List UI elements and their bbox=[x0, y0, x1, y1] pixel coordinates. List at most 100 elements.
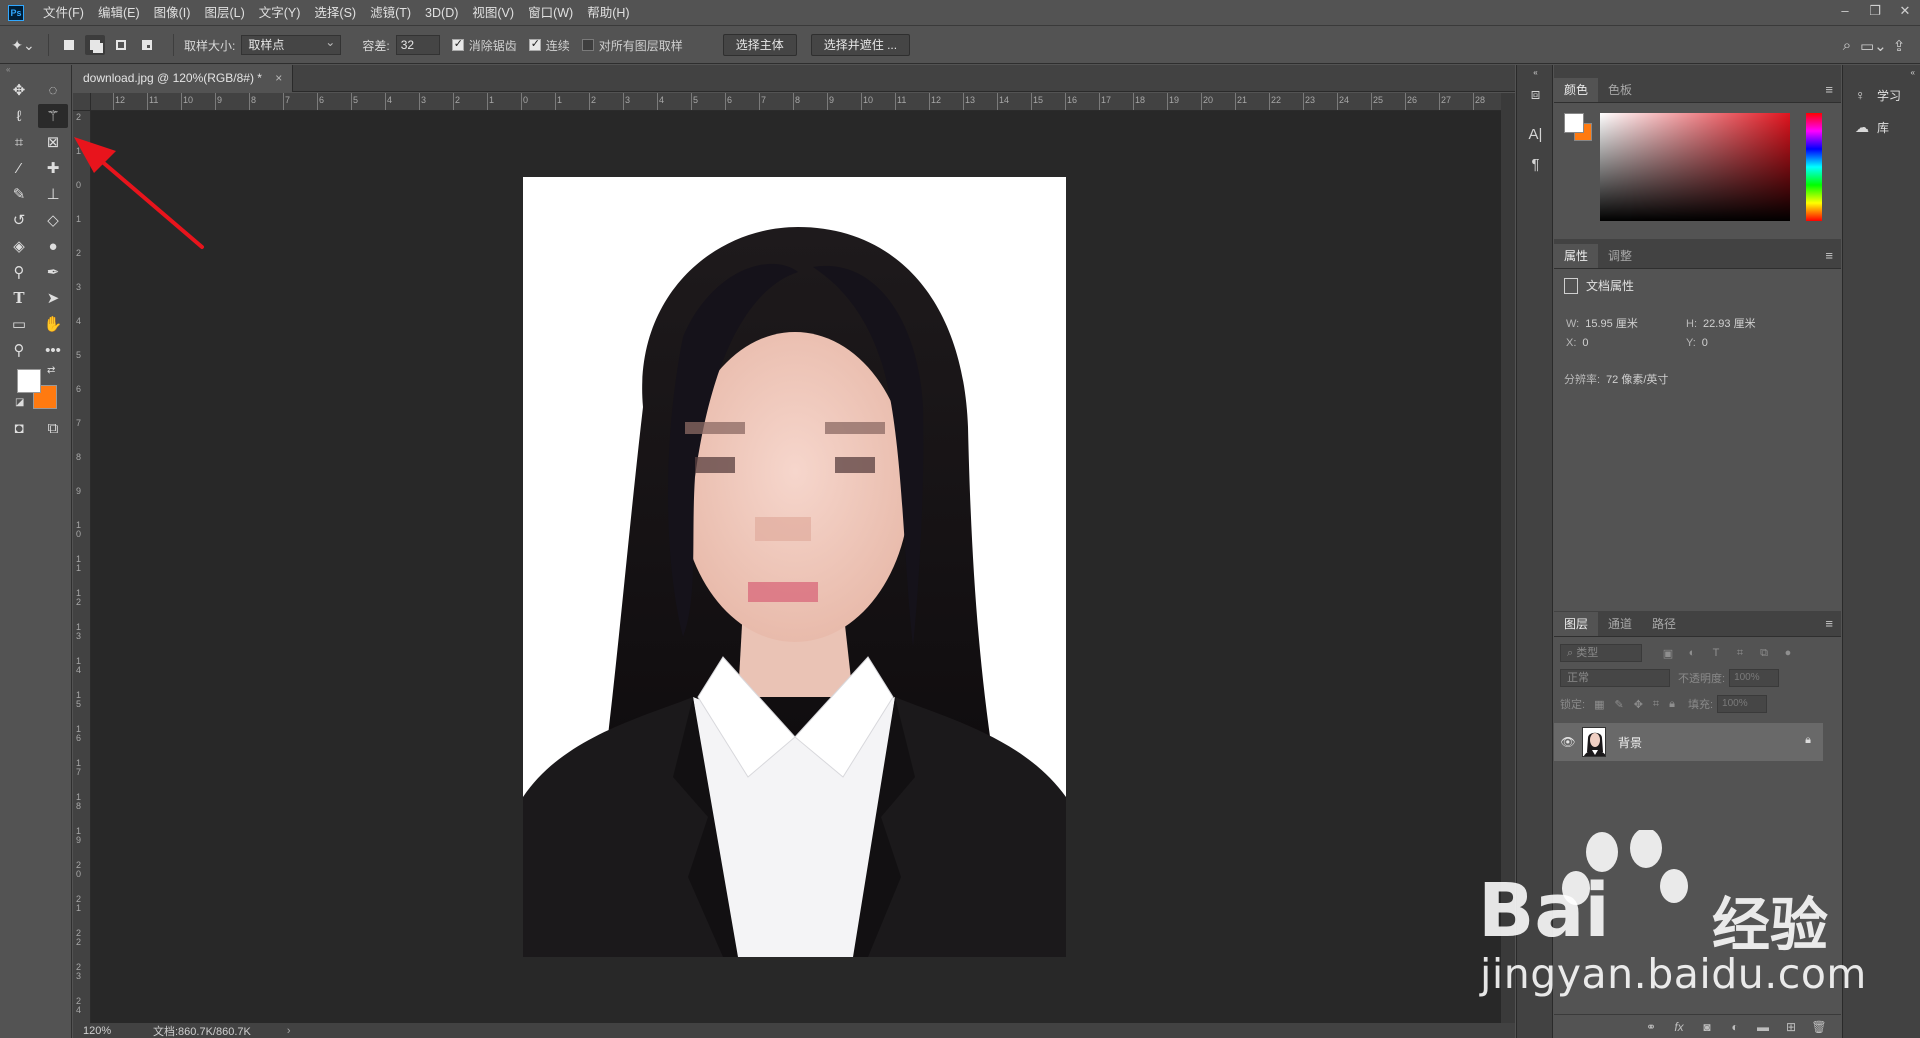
layer-style-icon[interactable]: fx bbox=[1665, 1020, 1693, 1034]
intersect-selection-icon[interactable] bbox=[137, 35, 157, 55]
new-selection-icon[interactable] bbox=[59, 35, 79, 55]
height-field[interactable]: H: 22.93 厘米 bbox=[1686, 315, 1756, 331]
pen-tool-icon[interactable]: ✒ bbox=[38, 260, 68, 284]
stamp-tool-icon[interactable]: ⊥ bbox=[38, 182, 68, 206]
panel-collapse-icon[interactable]: « bbox=[1517, 65, 1554, 79]
zoom-tool-icon[interactable]: ⚲ bbox=[4, 338, 34, 362]
tab-layers[interactable]: 图层 bbox=[1554, 612, 1599, 636]
tab-color[interactable]: 颜色 bbox=[1554, 78, 1599, 102]
blend-mode-select[interactable]: 正常 bbox=[1560, 669, 1670, 687]
history-panel-icon[interactable]: ⧈ bbox=[1517, 79, 1554, 109]
shape-tool-icon[interactable]: ▭ bbox=[4, 312, 34, 336]
panel-menu-icon[interactable]: ≡ bbox=[1825, 616, 1833, 631]
menu-3d[interactable]: 3D(D) bbox=[418, 0, 465, 26]
layer-row[interactable]: 👁︎ 背景 🔒︎ bbox=[1554, 723, 1823, 761]
opacity-input[interactable]: 100% bbox=[1729, 669, 1780, 687]
marquee-tool-icon[interactable]: ◌ bbox=[38, 78, 68, 102]
character-panel-icon[interactable]: A| bbox=[1517, 119, 1554, 149]
default-colors-icon[interactable]: ◪ bbox=[15, 397, 24, 408]
contiguous-option[interactable]: 连续 bbox=[528, 37, 570, 54]
menu-type[interactable]: 文字(Y) bbox=[252, 0, 308, 26]
menu-help[interactable]: 帮助(H) bbox=[580, 0, 636, 26]
paragraph-panel-icon[interactable]: ¶ bbox=[1517, 149, 1554, 179]
color-picker-field[interactable] bbox=[1600, 113, 1790, 221]
menu-layer[interactable]: 图层(L) bbox=[197, 0, 251, 26]
menu-select[interactable]: 选择(S) bbox=[307, 0, 363, 26]
swap-colors-icon[interactable]: ⇄ bbox=[47, 365, 55, 376]
crop-tool-icon[interactable]: ⌗ bbox=[4, 130, 34, 154]
eraser-tool-icon[interactable]: ◇ bbox=[38, 208, 68, 232]
layer-name[interactable]: 背景 bbox=[1618, 734, 1642, 751]
lasso-tool-icon[interactable]: ℓ bbox=[4, 104, 34, 128]
new-layer-icon[interactable]: ⊞ bbox=[1777, 1020, 1805, 1034]
lock-image-icon[interactable]: ✎ bbox=[1614, 698, 1623, 711]
menu-view[interactable]: 视图(V) bbox=[465, 0, 521, 26]
new-group-icon[interactable]: ▬ bbox=[1749, 1020, 1777, 1034]
sample-all-layers-option[interactable]: 对所有图层取样 bbox=[581, 37, 683, 54]
hand-tool-icon[interactable]: ✋ bbox=[38, 312, 68, 336]
history-brush-tool-icon[interactable]: ↺ bbox=[4, 208, 34, 232]
subtract-selection-icon[interactable] bbox=[111, 35, 131, 55]
eyedropper-tool-icon[interactable]: ⁄ bbox=[4, 156, 34, 180]
filter-adjustment-icon[interactable]: ◐ bbox=[1680, 647, 1704, 659]
width-field[interactable]: W: 15.95 厘米 bbox=[1566, 315, 1638, 331]
color-panel-foreground-swatch[interactable] bbox=[1564, 113, 1584, 133]
restore-button[interactable]: ❐ bbox=[1860, 0, 1890, 26]
new-adjustment-icon[interactable]: ◐ bbox=[1721, 1020, 1749, 1034]
status-menu-arrow[interactable]: › bbox=[251, 1025, 291, 1037]
lock-artboard-icon[interactable]: ⌗ bbox=[1653, 698, 1659, 711]
brush-tool-icon[interactable]: ✎ bbox=[4, 182, 34, 206]
horizontal-ruler[interactable]: 12 11 10 9 8 7 6 5 4 3 2 1 0 1 2 3 4 5 6 7 8 9 10 11 12 13 14 15 16 1… bbox=[91, 93, 1501, 111]
menu-edit[interactable]: 编辑(E) bbox=[91, 0, 147, 26]
contiguous-checkbox[interactable] bbox=[528, 37, 541, 51]
menu-file[interactable]: 文件(F) bbox=[36, 0, 91, 26]
menu-image[interactable]: 图像(I) bbox=[147, 0, 198, 26]
tab-adjustments[interactable]: 调整 bbox=[1598, 244, 1642, 268]
filter-pixel-icon[interactable]: ▣ bbox=[1656, 647, 1680, 660]
more-tools-icon[interactable]: ••• bbox=[38, 338, 68, 362]
layer-kind-filter[interactable]: ⌕ 类型 bbox=[1560, 644, 1642, 662]
document-tab[interactable]: download.jpg @ 120%(RGB/8#) * × bbox=[73, 65, 294, 92]
magic-wand-tool-icon[interactable]: ⚚ bbox=[38, 104, 68, 128]
sample-size-select[interactable]: 取样点 bbox=[241, 33, 342, 55]
antialias-option[interactable]: 消除锯齿 bbox=[451, 37, 517, 54]
search-icon[interactable]: ⌕ bbox=[1834, 37, 1860, 54]
tab-paths[interactable]: 路径 bbox=[1642, 612, 1686, 636]
tab-channels[interactable]: 通道 bbox=[1598, 612, 1642, 636]
lock-transparent-icon[interactable]: ▦ bbox=[1594, 698, 1604, 711]
y-field[interactable]: Y: 0 bbox=[1686, 337, 1708, 349]
quick-mask-icon[interactable]: ◘ bbox=[4, 416, 34, 440]
fill-input[interactable]: 100% bbox=[1717, 695, 1768, 713]
tab-properties[interactable]: 属性 bbox=[1554, 244, 1599, 268]
path-selection-tool-icon[interactable]: ➤ bbox=[38, 286, 68, 310]
select-and-mask-button[interactable]: 选择并遮住 ... bbox=[810, 34, 911, 56]
workspace-icon[interactable]: ▭⌄ bbox=[1860, 37, 1887, 55]
select-subject-button[interactable]: 选择主体 bbox=[722, 34, 797, 56]
panel-menu-icon[interactable]: ≡ bbox=[1825, 82, 1833, 97]
tolerance-input[interactable]: 32 bbox=[395, 35, 440, 55]
magic-wand-preset-icon[interactable]: ✦⌄ bbox=[8, 33, 38, 57]
share-icon[interactable]: ⇪ bbox=[1886, 37, 1912, 55]
lock-all-icon[interactable]: 🔒︎ bbox=[1669, 698, 1675, 711]
menu-window[interactable]: 窗口(W) bbox=[521, 0, 580, 26]
x-field[interactable]: X: 0 bbox=[1566, 337, 1589, 349]
resolution-field[interactable]: 分辨率: 72 像素/英寸 bbox=[1564, 371, 1668, 387]
filter-type-icon[interactable]: T bbox=[1704, 647, 1728, 659]
learn-panel-button[interactable]: ♀ 学习 bbox=[1843, 79, 1920, 111]
sample-all-layers-checkbox[interactable] bbox=[581, 39, 594, 51]
filter-toggle-icon[interactable]: ● bbox=[1776, 647, 1800, 659]
dodge-tool-icon[interactable]: ⚲ bbox=[4, 260, 34, 284]
healing-brush-tool-icon[interactable]: ✚ bbox=[38, 156, 68, 180]
screen-mode-icon[interactable]: ⧉ bbox=[38, 416, 68, 440]
ruler-corner[interactable] bbox=[73, 93, 91, 111]
add-mask-icon[interactable]: ◙ bbox=[1693, 1020, 1721, 1034]
zoom-level[interactable]: 120% bbox=[73, 1025, 133, 1037]
move-tool-icon[interactable]: ✥ bbox=[4, 78, 34, 102]
blur-tool-icon[interactable]: ● bbox=[38, 234, 68, 258]
panel-menu-icon[interactable]: ≡ bbox=[1825, 248, 1833, 263]
antialias-checkbox[interactable] bbox=[451, 37, 464, 51]
close-button[interactable]: ✕ bbox=[1890, 0, 1920, 26]
paint-bucket-tool-icon[interactable]: ◈ bbox=[4, 234, 34, 258]
foreground-color-swatch[interactable] bbox=[17, 369, 41, 393]
hue-slider[interactable] bbox=[1806, 113, 1822, 221]
